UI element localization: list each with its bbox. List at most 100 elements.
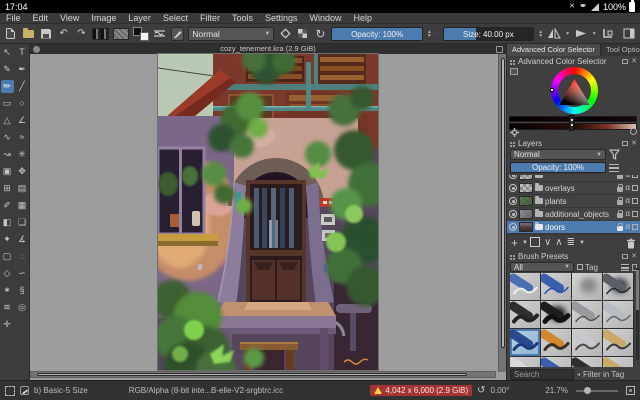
layer-style-icon[interactable]: [632, 224, 638, 230]
tool-freehand-path[interactable]: ≈: [16, 131, 29, 144]
brush-preset-brush-orange-handle[interactable]: [541, 329, 571, 356]
lock-icon[interactable]: [617, 209, 624, 218]
filter-in-tag-label[interactable]: Filter in Tag: [583, 370, 624, 379]
close-docker-icon[interactable]: ✕: [631, 58, 637, 65]
layer-style-icon[interactable]: [632, 185, 638, 191]
tool-crop[interactable]: ⊞: [1, 182, 14, 195]
mirror-options-caret[interactable]: ▼: [565, 31, 570, 36]
brush-preset-ink-pen-blue[interactable]: [541, 273, 571, 300]
layer-style-icon[interactable]: [632, 175, 638, 178]
brush-grid-scrollbar[interactable]: [636, 268, 639, 360]
tool-select-shapes[interactable]: ↖: [1, 46, 14, 59]
tool-assistants[interactable]: ✦: [1, 233, 14, 246]
brush-preset-airbrush-soft[interactable]: [572, 273, 602, 300]
layer-row-plants[interactable]: plants α: [507, 195, 640, 207]
tool-freehand-brush[interactable]: ✏: [0, 80, 14, 93]
menu-layer[interactable]: Layer: [122, 13, 157, 23]
lock-icon[interactable]: [617, 183, 624, 192]
inherit-alpha-icon[interactable]: α: [625, 210, 630, 218]
redo-icon[interactable]: ↷: [75, 27, 89, 41]
menu-settings[interactable]: Settings: [259, 13, 304, 23]
brush-preset-partial-tan[interactable]: [603, 357, 633, 367]
duplicate-layer-button[interactable]: [529, 237, 540, 247]
pattern-chooser[interactable]: [112, 27, 130, 40]
menu-file[interactable]: File: [0, 13, 27, 23]
tool-rect-select[interactable]: ▢: [1, 250, 14, 263]
brush-preset-charcoal[interactable]: [510, 301, 540, 328]
color-patch-icon[interactable]: [630, 128, 637, 135]
menu-view[interactable]: View: [54, 13, 85, 23]
tool-zoom[interactable]: ◎: [16, 301, 29, 314]
layer-properties-button[interactable]: ≣: [567, 238, 575, 248]
menu-filter[interactable]: Filter: [194, 13, 226, 23]
canvas-horizontal-scrollbar[interactable]: [30, 371, 496, 378]
opacity-spinner[interactable]: ▲ ▼: [427, 29, 432, 38]
size-spinner[interactable]: ▲ ▼: [538, 29, 543, 38]
tool-magnetic-select[interactable]: ≋: [1, 301, 14, 314]
menu-tools[interactable]: Tools: [226, 13, 259, 23]
shade-selector-handle[interactable]: [569, 115, 574, 131]
close-docker-icon[interactable]: ✕: [631, 253, 637, 260]
menu-edit[interactable]: Edit: [27, 13, 55, 23]
tool-edit-shapes[interactable]: ✎: [1, 63, 14, 76]
tool-pattern-edit[interactable]: ▦: [16, 199, 29, 212]
tool-pan[interactable]: ✛: [1, 318, 14, 331]
brush-preset-partial-light[interactable]: [510, 357, 540, 367]
filter-in-tag-caret[interactable]: ◂: [577, 372, 580, 378]
selection-indicator-icon[interactable]: [5, 385, 15, 396]
visibility-eye-icon[interactable]: [509, 223, 517, 231]
brush-preset-partial-blue[interactable]: [541, 357, 571, 367]
tool-fill[interactable]: ◧: [1, 216, 14, 229]
delete-layer-button[interactable]: [626, 238, 636, 249]
blending-mode-dropdown[interactable]: Normal ▼: [188, 26, 275, 41]
preserve-alpha-icon[interactable]: [296, 27, 310, 41]
menu-select[interactable]: Select: [157, 13, 194, 23]
tool-smart-patch[interactable]: ❏: [16, 216, 29, 229]
layer-filter-funnel-icon[interactable]: [609, 149, 620, 160]
tool-ellipse-select[interactable]: ◌: [16, 250, 29, 263]
tag-filter-dropdown[interactable]: All ▼: [510, 262, 574, 272]
tab-tool-options[interactable]: Tool Options: [600, 44, 640, 56]
tool-bezier-curve[interactable]: ∿: [1, 131, 14, 144]
menu-help[interactable]: Help: [348, 13, 379, 23]
visibility-eye-icon[interactable]: [509, 175, 517, 179]
layer-row-additional-objects[interactable]: additional_objects α: [507, 208, 640, 220]
properties-caret[interactable]: ▼: [579, 240, 585, 246]
brush-preset-pencil-graphite[interactable]: [603, 329, 633, 356]
tool-transform[interactable]: ▣: [1, 165, 14, 178]
snap-transform-icon[interactable]: [601, 27, 615, 41]
inherit-alpha-icon[interactable]: α: [625, 175, 630, 179]
inherit-alpha-icon[interactable]: α: [625, 197, 630, 205]
mirror-horizontal-icon[interactable]: [547, 27, 562, 41]
opacity-slider[interactable]: Opacity: 100%: [331, 26, 423, 41]
tool-dynamic-brush[interactable]: ↝: [1, 148, 14, 161]
float-docker-icon[interactable]: [622, 253, 629, 259]
undo-icon[interactable]: ↶: [57, 27, 71, 41]
float-subwindow-icon[interactable]: [496, 45, 503, 53]
eraser-mode-icon[interactable]: [278, 27, 292, 41]
layer-style-icon[interactable]: [632, 198, 638, 204]
brush-preset-ink-pen-dark[interactable]: [603, 273, 633, 300]
layer-row-partial[interactable]: α: [507, 175, 640, 181]
tab-advanced-color-selector[interactable]: Advanced Color Selector: [507, 44, 601, 56]
tool-text[interactable]: T: [16, 46, 29, 59]
tool-multibrush[interactable]: ✳: [16, 148, 29, 161]
canvas-painting[interactable]: [158, 54, 378, 370]
menu-window[interactable]: Window: [303, 13, 347, 23]
brush-preset-chooser-icon[interactable]: [170, 26, 185, 41]
add-tag-button[interactable]: Tag: [577, 263, 598, 272]
lock-icon[interactable]: [617, 196, 624, 205]
layer-row-doors[interactable]: doors α: [507, 221, 640, 233]
reload-preset-icon[interactable]: ↻: [314, 27, 328, 41]
wrap-options-caret[interactable]: ▼: [592, 31, 597, 36]
visibility-eye-icon[interactable]: [509, 197, 517, 205]
workspace-chooser-icon[interactable]: [622, 27, 636, 41]
tool-measure[interactable]: ∡: [16, 233, 29, 246]
menu-image[interactable]: Image: [85, 13, 122, 23]
save-icon[interactable]: [39, 27, 53, 41]
inherit-alpha-icon[interactable]: α: [625, 184, 630, 192]
rotation-reset-icon[interactable]: ↺: [477, 385, 485, 396]
brush-preset-pen-silver[interactable]: [603, 301, 633, 328]
lock-icon[interactable]: [617, 175, 624, 179]
settings-gear-icon[interactable]: [510, 128, 519, 139]
